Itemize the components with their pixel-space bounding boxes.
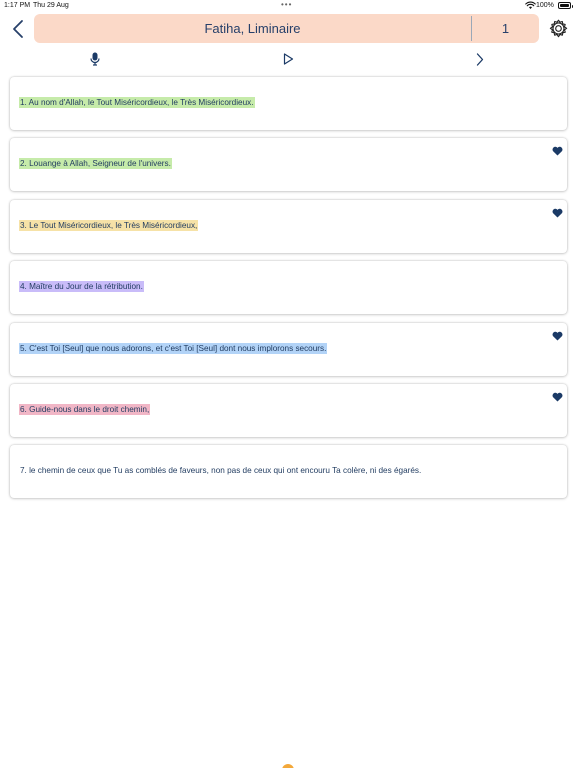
play-icon <box>283 53 293 65</box>
verse-text[interactable]: 4. Maître du Jour de la rétribution. <box>19 281 144 293</box>
verse-number-field[interactable]: 1 <box>472 14 539 43</box>
verse-card-2[interactable]: 2. Louange à Allah, Seigneur de l'univer… <box>10 138 567 192</box>
heart-icon[interactable] <box>552 331 563 341</box>
verse-card-6[interactable]: 6. Guide-nous dans le droit chemin, <box>10 383 567 437</box>
chevron-right-icon <box>476 52 484 66</box>
next-button[interactable] <box>471 50 489 68</box>
verse-card-3[interactable]: 3. Le Tout Miséricordieux, le Très Misér… <box>10 199 567 253</box>
play-button[interactable] <box>279 50 297 68</box>
verse-card-1[interactable]: 1. Au nom d'Allah, le Tout Miséricordieu… <box>10 77 567 130</box>
status-bar: 1:17 PM Thu 29 Aug ••• 100% <box>0 0 576 12</box>
chevron-left-icon <box>13 20 23 38</box>
microphone-icon <box>90 52 100 66</box>
microphone-button[interactable] <box>86 50 104 68</box>
back-button[interactable] <box>8 16 28 42</box>
title-bar: Fatiha, Liminaire 1 <box>34 14 539 43</box>
home-indicator <box>282 764 294 768</box>
verse-text[interactable]: 7. le chemin de ceux que Tu as comblés d… <box>19 465 422 476</box>
verse-text[interactable]: 1. Au nom d'Allah, le Tout Miséricordieu… <box>19 97 255 108</box>
verse-card-5[interactable]: 5. C'est Toi [Seul] que nous adorons, et… <box>10 322 567 376</box>
multitasking-dots[interactable]: ••• <box>281 0 292 9</box>
verse-text[interactable]: 3. Le Tout Miséricordieux, le Très Misér… <box>19 219 199 231</box>
verse-text[interactable]: 2. Louange à Allah, Seigneur de l'univer… <box>19 158 172 170</box>
heart-icon[interactable] <box>552 146 563 156</box>
status-date: Thu 29 Aug <box>33 2 69 9</box>
gear-icon[interactable] <box>548 18 569 39</box>
verse-card-7[interactable]: 7. le chemin de ceux que Tu as comblés d… <box>10 445 567 499</box>
verse-text[interactable]: 6. Guide-nous dans le droit chemin, <box>19 403 151 415</box>
surah-title[interactable]: Fatiha, Liminaire <box>34 14 471 43</box>
heart-icon[interactable] <box>552 208 563 218</box>
verse-text[interactable]: 5. C'est Toi [Seul] que nous adorons, et… <box>19 342 328 354</box>
heart-icon[interactable] <box>552 392 563 402</box>
verse-list: 1. Au nom d'Allah, le Tout Miséricordieu… <box>10 77 567 507</box>
verse-card-4[interactable]: 4. Maître du Jour de la rétribution. <box>10 261 567 315</box>
status-time: 1:17 PM <box>4 2 31 9</box>
battery-icon <box>558 2 573 9</box>
wifi-icon <box>525 1 536 9</box>
battery-percent: 100% <box>536 2 554 9</box>
quran-reader-screen: 1:17 PM Thu 29 Aug ••• 100% Fatiha, Limi… <box>0 0 576 768</box>
